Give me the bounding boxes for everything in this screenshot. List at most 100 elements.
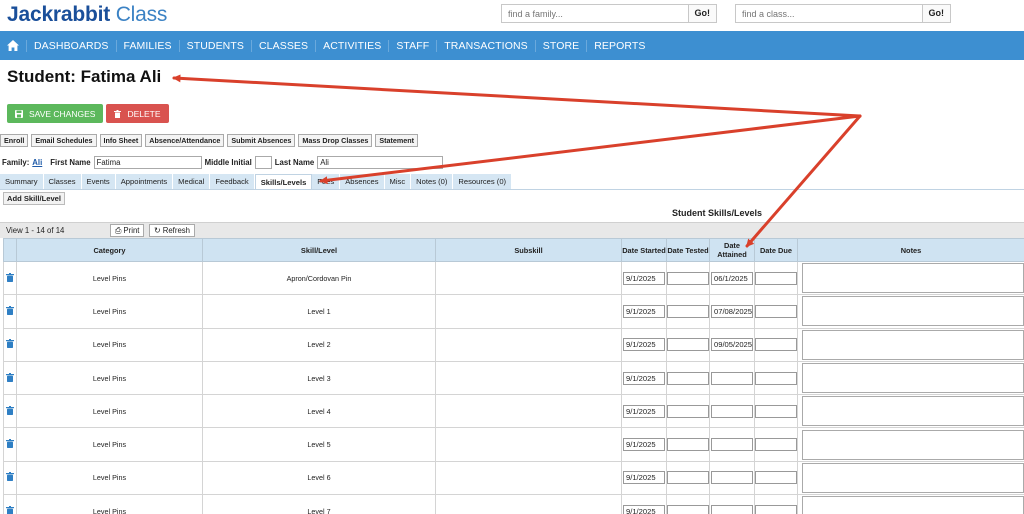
nav-dashboards[interactable]: DASHBOARDS [26, 39, 116, 52]
submit-absences-button[interactable]: Submit Absences [227, 134, 296, 147]
notes-textarea[interactable] [802, 263, 1024, 294]
nav-staff[interactable]: STAFF [388, 39, 436, 52]
header-category[interactable]: Category [16, 238, 203, 262]
enroll-button[interactable]: Enroll [0, 134, 29, 147]
tab-misc[interactable]: Misc [384, 174, 412, 189]
date-started-field[interactable]: 9/1/2025 [623, 338, 665, 352]
nav-transactions[interactable]: TRANSACTIONS [436, 39, 534, 52]
date-started-field[interactable]: 9/1/2025 [623, 304, 665, 318]
refresh-button[interactable]: ↻ Refresh [149, 224, 196, 237]
header-date-started[interactable]: Date Started [621, 238, 667, 262]
date-attained-field[interactable] [711, 471, 753, 485]
notes-textarea[interactable] [802, 462, 1024, 493]
trash-icon[interactable] [6, 372, 14, 382]
trash-icon[interactable] [6, 272, 14, 282]
trash-icon[interactable] [6, 472, 14, 482]
family-link[interactable]: Ali [32, 158, 42, 167]
save-changes-button[interactable]: SAVE CHANGES [7, 104, 104, 123]
date-attained-field[interactable] [711, 404, 753, 418]
date-tested-field[interactable] [667, 271, 709, 285]
date-started-field[interactable]: 9/1/2025 [623, 504, 665, 514]
app-logo[interactable]: Jackrabbit Class [7, 3, 167, 27]
date-tested-field[interactable] [667, 471, 709, 485]
header-date-due[interactable]: Date Due [754, 238, 798, 262]
first-name-field[interactable]: Fatima [93, 155, 202, 169]
family-search-go-button[interactable]: Go! [687, 5, 716, 22]
trash-icon[interactable] [6, 439, 14, 449]
date-due-field[interactable] [755, 304, 797, 318]
date-attained-field[interactable]: 07/08/2025 [711, 304, 753, 318]
header-date-attained[interactable]: Date Attained [709, 238, 755, 262]
header-subskill[interactable]: Subskill [435, 238, 622, 262]
tab-skills-levels[interactable]: Skills/Levels [254, 174, 313, 189]
date-tested-field[interactable] [667, 371, 709, 385]
notes-textarea[interactable] [802, 496, 1024, 514]
date-tested-field[interactable] [667, 404, 709, 418]
date-started-field[interactable]: 9/1/2025 [623, 471, 665, 485]
notes-textarea[interactable] [802, 329, 1024, 360]
nav-store[interactable]: STORE [534, 39, 586, 52]
trash-icon[interactable] [6, 339, 14, 349]
family-search-input[interactable] [502, 5, 688, 22]
notes-textarea[interactable] [802, 396, 1024, 427]
tab-summary[interactable]: Summary [0, 174, 44, 189]
notes-textarea[interactable] [802, 363, 1024, 394]
date-started-field[interactable]: 9/1/2025 [623, 438, 665, 452]
trash-icon[interactable] [6, 305, 14, 315]
date-attained-field[interactable] [711, 371, 753, 385]
date-started-field[interactable]: 9/1/2025 [623, 271, 665, 285]
date-attained-field[interactable] [711, 504, 753, 514]
delete-button[interactable]: DELETE [106, 104, 169, 123]
date-attained-field[interactable]: 09/05/2025 [711, 338, 753, 352]
middle-initial-field[interactable] [254, 155, 272, 169]
header-date-tested[interactable]: Date Tested [666, 238, 710, 262]
nav-activities[interactable]: ACTIVITIES [315, 39, 388, 52]
trash-icon[interactable] [6, 505, 14, 514]
mass-drop-classes-button[interactable]: Mass Drop Classes [298, 134, 373, 147]
date-due-field[interactable] [755, 438, 797, 452]
header-notes[interactable]: Notes [797, 238, 1024, 262]
tab-notes[interactable]: Notes (0) [411, 174, 454, 189]
header-skill-level[interactable]: Skill/Level [202, 238, 436, 262]
tab-classes[interactable]: Classes [43, 174, 82, 189]
print-button[interactable]: ⎙ Print [110, 224, 145, 237]
date-due-field[interactable] [755, 504, 797, 514]
info-sheet-button[interactable]: Info Sheet [99, 134, 143, 147]
date-due-field[interactable] [755, 338, 797, 352]
trash-icon[interactable] [6, 405, 14, 415]
last-name-field[interactable]: Ali [317, 155, 444, 169]
tab-fees[interactable]: Fees [312, 174, 341, 189]
date-started-field[interactable]: 9/1/2025 [623, 371, 665, 385]
date-tested-field[interactable] [667, 304, 709, 318]
date-tested-field[interactable] [667, 438, 709, 452]
date-due-field[interactable] [755, 471, 797, 485]
nav-families[interactable]: FAMILIES [115, 39, 179, 52]
date-due-field[interactable] [755, 404, 797, 418]
class-search-input[interactable] [736, 5, 922, 22]
notes-textarea[interactable] [802, 429, 1024, 460]
home-nav-button[interactable] [0, 31, 26, 60]
date-started-field[interactable]: 9/1/2025 [623, 404, 665, 418]
notes-textarea[interactable] [802, 296, 1024, 327]
date-due-field[interactable] [755, 271, 797, 285]
nav-reports[interactable]: REPORTS [586, 39, 652, 52]
nav-students[interactable]: STUDENTS [178, 39, 251, 52]
date-tested-field[interactable] [667, 504, 709, 514]
class-search-go-button[interactable]: Go! [921, 5, 950, 22]
date-attained-cell: 06/1/2025 [709, 260, 755, 296]
date-attained-field[interactable]: 06/1/2025 [711, 271, 753, 285]
date-tested-field[interactable] [667, 338, 709, 352]
tab-events[interactable]: Events [81, 174, 116, 189]
absence-attendance-button[interactable]: Absence/Attendance [145, 134, 225, 147]
date-due-field[interactable] [755, 371, 797, 385]
date-attained-field[interactable] [711, 438, 753, 452]
tab-absences[interactable]: Absences [340, 174, 385, 189]
tab-feedback[interactable]: Feedback [210, 174, 255, 189]
tab-appointments[interactable]: Appointments [115, 174, 174, 189]
statement-button[interactable]: Statement [375, 134, 419, 147]
add-skill-level-button[interactable]: Add Skill/Level [3, 192, 66, 205]
email-schedules-button[interactable]: Email Schedules [31, 134, 97, 147]
nav-classes[interactable]: CLASSES [250, 39, 315, 52]
tab-resources[interactable]: Resources (0) [453, 174, 513, 189]
tab-medical[interactable]: Medical [173, 174, 211, 189]
